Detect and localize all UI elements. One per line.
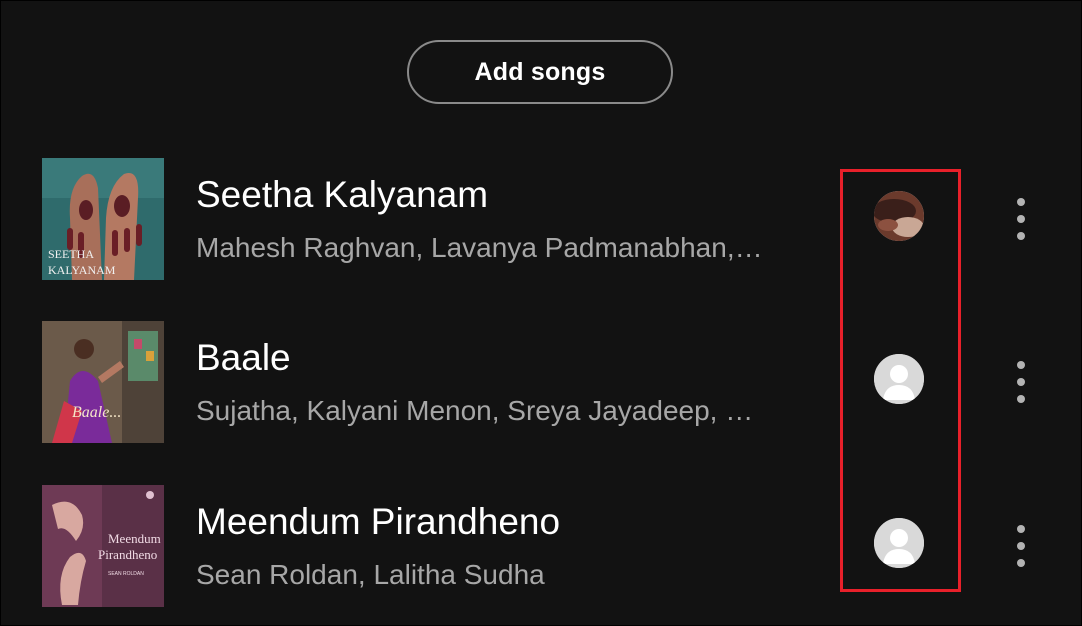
cover-text: Pirandheno	[98, 547, 157, 562]
track-row[interactable]: Baale... Baale Sujatha, Kalyani Menon, S…	[1, 321, 1081, 443]
user-placeholder-icon[interactable]	[874, 518, 924, 568]
more-vertical-icon[interactable]	[1006, 523, 1036, 569]
track-title: Seetha Kalyanam	[196, 174, 489, 215]
track-row[interactable]: Meendum Pirandheno SEAN ROLDAN Meendum P…	[1, 485, 1081, 607]
playlist-screen: Add songs SEETHA KALYANAM Seetha Kalyana…	[0, 0, 1082, 626]
more-vertical-icon[interactable]	[1006, 196, 1036, 242]
track-row[interactable]: SEETHA KALYANAM Seetha Kalyanam Mahesh R…	[1, 158, 1081, 280]
track-artists: Mahesh Raghvan, Lavanya Padmanabhan,…	[196, 232, 763, 263]
cover-text: Meendum	[108, 531, 161, 546]
cover-text: KALYANAM	[48, 263, 116, 277]
track-title: Baale	[196, 337, 291, 378]
track-title: Meendum Pirandheno	[196, 501, 561, 542]
added-by-avatar[interactable]	[874, 191, 924, 241]
album-cover: Baale...	[42, 321, 164, 443]
cover-text: Baale...	[72, 404, 121, 421]
add-songs-button[interactable]: Add songs	[407, 40, 673, 104]
cover-text: SEETHA	[48, 247, 94, 261]
cover-text: SEAN ROLDAN	[108, 571, 144, 577]
more-vertical-icon[interactable]	[1006, 359, 1036, 405]
user-placeholder-icon[interactable]	[874, 354, 924, 404]
track-artists: Sujatha, Kalyani Menon, Sreya Jayadeep, …	[196, 395, 754, 426]
track-artists: Sean Roldan, Lalitha Sudha	[196, 559, 545, 590]
album-cover: Meendum Pirandheno SEAN ROLDAN	[42, 485, 164, 607]
album-cover: SEETHA KALYANAM	[42, 158, 164, 280]
